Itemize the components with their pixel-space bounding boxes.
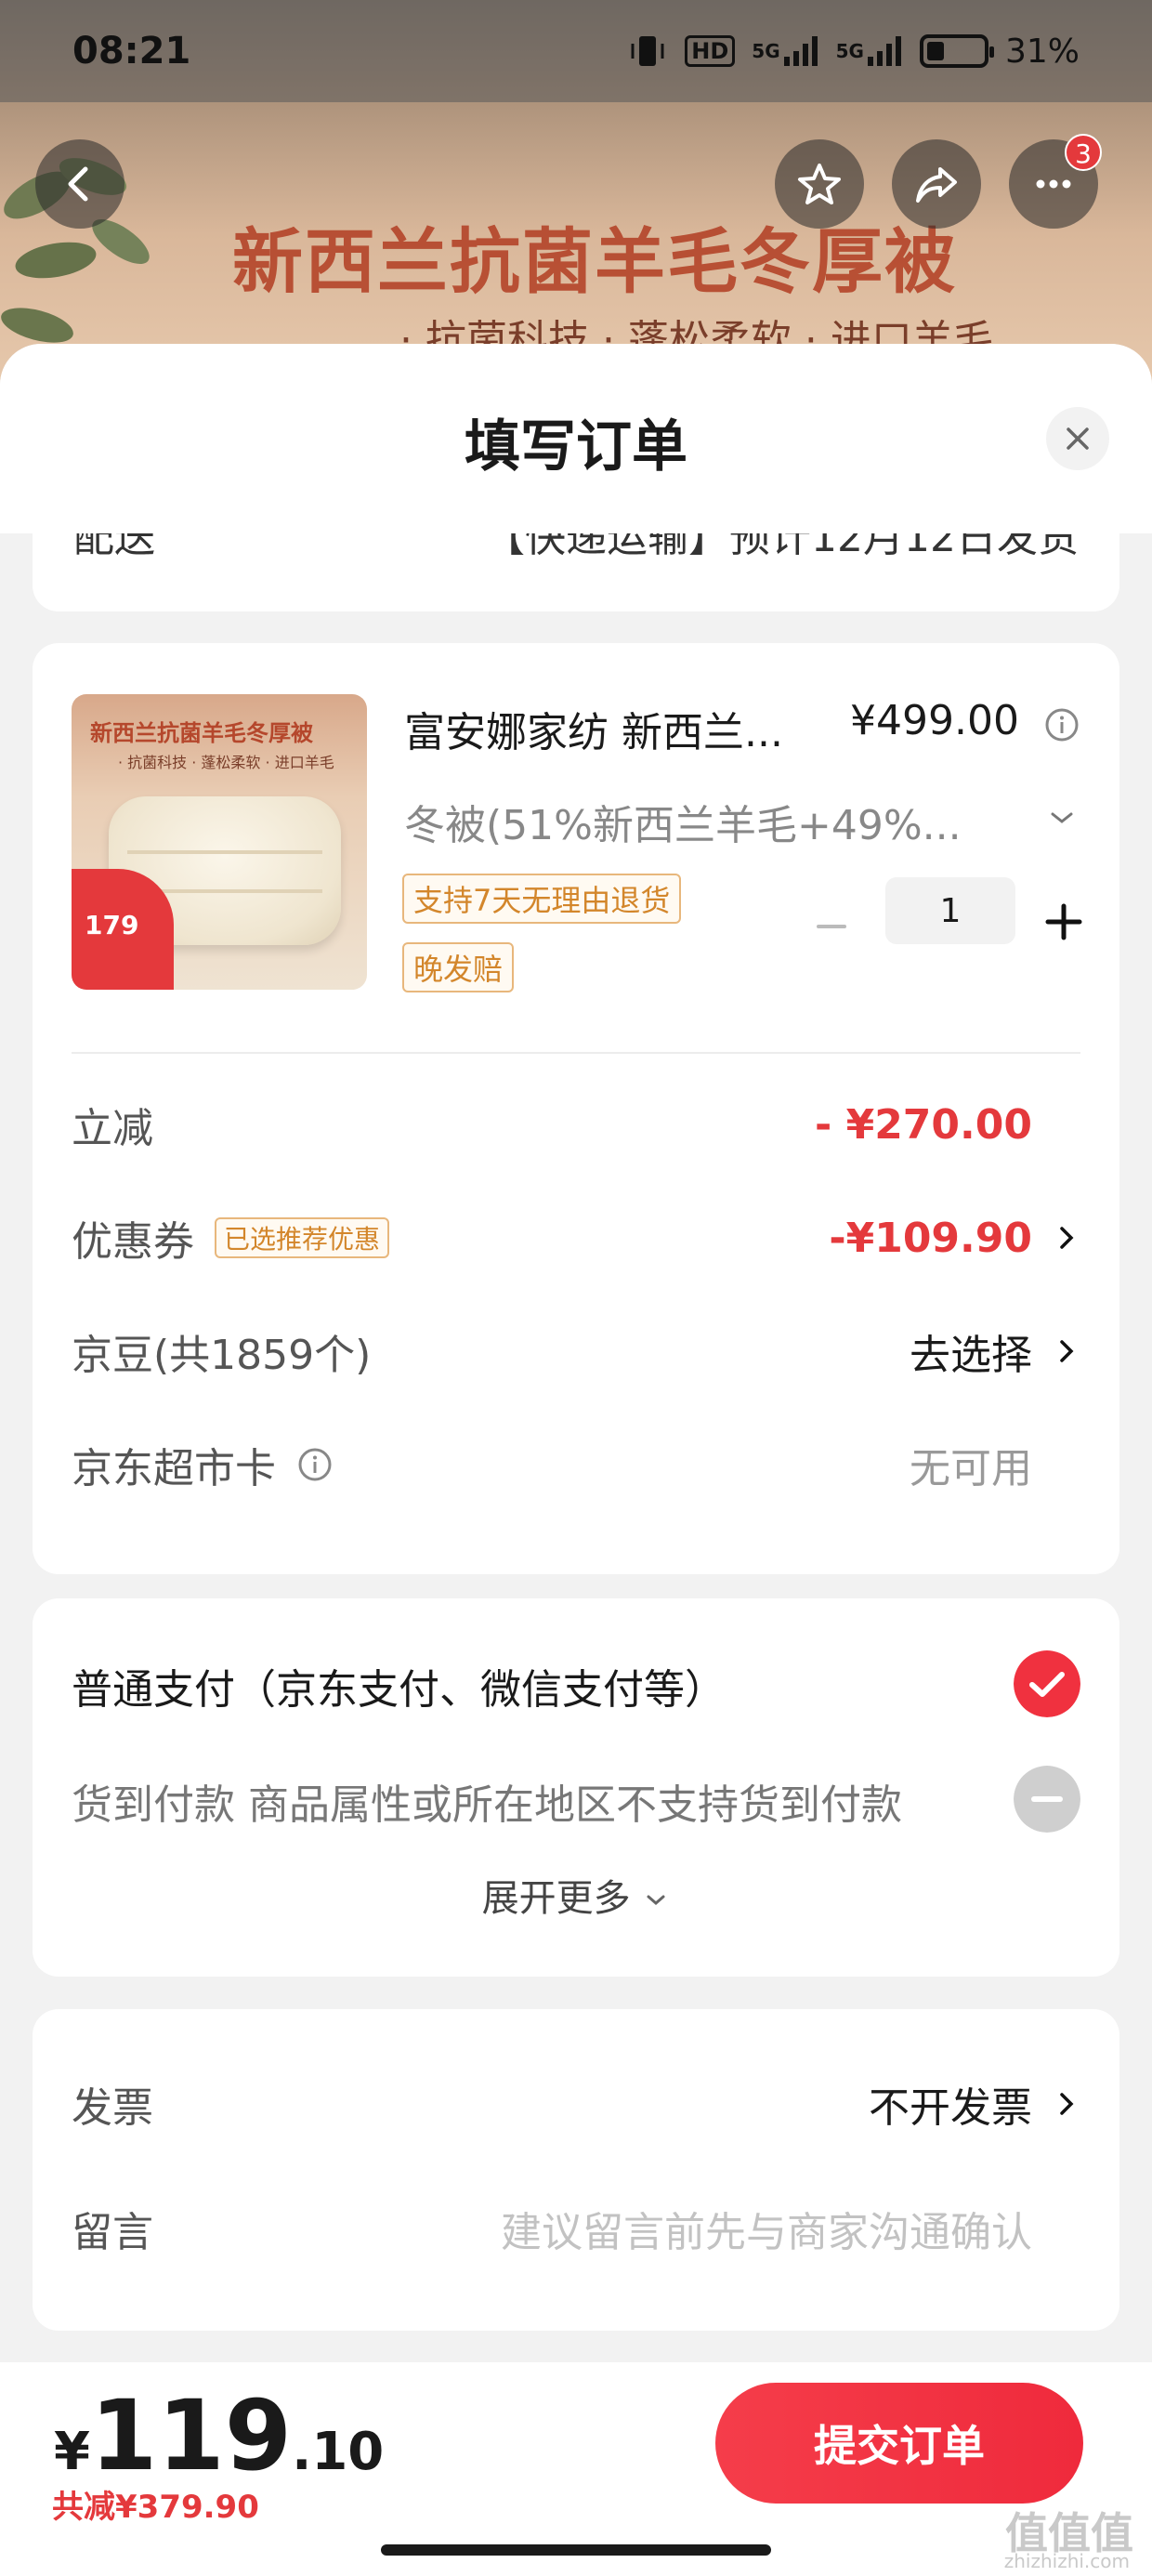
order-sheet: 填写订单 配送 【快递运输】预计12月12日发货 新西兰抗菌羊毛冬厚被 · 抗菌… — [0, 344, 1152, 2576]
chevron-right-icon — [1060, 2093, 1074, 2115]
signal-icon-1: 5G — [752, 34, 818, 68]
product-card: 新西兰抗菌羊毛冬厚被 · 抗菌科技 · 蓬松柔软 · 进口羊毛 179 富安娜家… — [33, 643, 1119, 1574]
quantity-increase-button[interactable] — [1036, 894, 1092, 950]
coupon-recommended-tag: 已选推荐优惠 — [215, 1217, 390, 1258]
battery-percent: 31% — [1004, 32, 1080, 71]
more-dots-icon — [1036, 179, 1071, 189]
minus-icon — [817, 925, 846, 928]
battery-icon — [919, 34, 994, 68]
jingdou-row[interactable]: 京豆(共1859个) 去选择 — [72, 1323, 1080, 1379]
vibrate-icon — [627, 31, 668, 72]
chevron-down-icon[interactable] — [1045, 801, 1079, 835]
jingdou-label: 京豆(共1859个) — [72, 1332, 372, 1379]
share-icon — [916, 167, 957, 203]
quantity-input[interactable]: 1 — [885, 877, 1015, 944]
return-policy-tag: 支持7天无理由退货 — [402, 874, 682, 924]
status-time: 08:21 — [72, 30, 191, 72]
payment-card: 普通支付（京东支付、微信支付等） 货到付款 商品属性或所在地区不支持货到付款 展… — [33, 1598, 1119, 1977]
invoice-label: 发票 — [72, 2084, 153, 2132]
total-integer: 119 — [89, 2379, 293, 2492]
product-image-subtitle: · 抗菌科技 · 蓬松柔软 · 进口羊毛 — [118, 754, 334, 771]
coupon-label: 优惠券 — [72, 1218, 194, 1266]
product-image[interactable]: 新西兰抗菌羊毛冬厚被 · 抗菌科技 · 蓬松柔软 · 进口羊毛 179 — [72, 694, 367, 990]
product-price: ¥499.00 — [850, 697, 1019, 744]
message-row[interactable]: 留言 建议留言前先与商家沟通确认 — [72, 2201, 1080, 2256]
chevron-down-icon — [647, 1895, 665, 1905]
quantity-decrease-button[interactable] — [808, 903, 855, 950]
status-bar: 08:21 HD 5G 5G 31% — [0, 0, 1152, 102]
battery-level — [926, 42, 944, 60]
sheet-title: 填写订单 — [465, 414, 687, 480]
delivery-row[interactable]: 配送 【快递运输】预计12月12日发货 — [73, 533, 1079, 563]
close-icon — [1067, 427, 1089, 450]
product-divider — [72, 1052, 1080, 1054]
watermark-url: zhizhizhi.com — [1003, 2550, 1130, 2572]
delivery-value: 【快递运输】预计12月12日发货 — [484, 533, 1079, 561]
coupon-value: -¥109.90 — [829, 1214, 1032, 1262]
delivery-label: 配送 — [73, 533, 155, 561]
share-button[interactable] — [892, 139, 981, 229]
payment-option-cod: 货到付款 商品属性或所在地区不支持货到付款 — [72, 1781, 902, 1829]
product-image-title: 新西兰抗菌羊毛冬厚被 — [90, 720, 313, 746]
plus-icon — [1045, 903, 1082, 940]
back-button[interactable] — [35, 139, 124, 229]
market-card-label: 京东超市卡 — [72, 1445, 276, 1492]
delivery-card: 配送 【快递运输】预计12月12日发货 — [33, 533, 1119, 611]
coupon-row[interactable]: 优惠券 已选推荐优惠 -¥109.90 — [72, 1210, 1080, 1266]
star-icon — [798, 164, 841, 204]
invoice-card: 发票 不开发票 留言 建议留言前先与商家沟通确认 — [33, 2009, 1119, 2331]
close-button[interactable] — [1046, 407, 1109, 470]
net2-label: 5G — [835, 40, 864, 62]
payment-option-normal[interactable]: 普通支付（京东支付、微信支付等） — [72, 1656, 726, 1715]
product-image-price: 179 — [72, 869, 174, 990]
check-circle-icon[interactable] — [1014, 1650, 1080, 1717]
expand-more-button[interactable]: 展开更多 — [33, 1868, 1119, 1922]
product-name[interactable]: 富安娜家纺 新西兰... — [404, 699, 783, 758]
favorite-button[interactable] — [775, 139, 864, 229]
home-indicator[interactable] — [381, 2544, 771, 2556]
message-badge: 3 — [1065, 134, 1102, 171]
submit-order-button[interactable]: 提交订单 — [715, 2383, 1083, 2504]
late-delivery-tag: 晚发赔 — [402, 942, 515, 992]
chevron-left-icon — [68, 166, 88, 202]
instant-discount-label: 立减 — [72, 1105, 153, 1152]
jingdou-value: 去选择 — [910, 1332, 1032, 1379]
product-spec[interactable]: 冬被(51%新西兰羊毛+49%... — [404, 792, 962, 851]
banner-title: 新西兰抗菌羊毛冬厚被 — [232, 220, 957, 303]
hd-icon: HD — [685, 35, 736, 67]
instant-discount-value: - ¥270.00 — [815, 1100, 1032, 1149]
message-input[interactable]: 建议留言前先与商家沟通确认 — [501, 2199, 1032, 2258]
disabled-circle-icon — [1014, 1766, 1080, 1833]
more-button[interactable]: 3 — [1009, 134, 1102, 229]
status-icons: HD 5G 5G 31% — [627, 31, 1080, 72]
chevron-right-icon — [1060, 1340, 1074, 1362]
info-icon[interactable] — [296, 1446, 334, 1483]
info-icon[interactable] — [1043, 706, 1080, 743]
signal-icon-2: 5G — [836, 34, 903, 68]
net1-label: 5G — [752, 40, 780, 62]
market-card-value: 无可用 — [910, 1445, 1032, 1492]
invoice-row[interactable]: 发票 不开发票 — [72, 2076, 1080, 2132]
total-saved: 共减¥379.90 — [52, 2489, 259, 2526]
total-currency: ¥ — [54, 2422, 90, 2482]
instant-discount-row: 立减 - ¥270.00 — [72, 1097, 1080, 1153]
total-price: ¥119.10 — [54, 2379, 384, 2492]
message-label: 留言 — [72, 2209, 153, 2256]
expand-more-label: 展开更多 — [481, 1877, 631, 1920]
chevron-right-icon — [1060, 1227, 1074, 1249]
invoice-value: 不开发票 — [869, 2084, 1032, 2132]
total-decimal: .10 — [292, 2422, 385, 2482]
market-card-row: 京东超市卡 无可用 — [72, 1437, 1080, 1492]
sheet-header: 填写订单 — [0, 344, 1152, 533]
